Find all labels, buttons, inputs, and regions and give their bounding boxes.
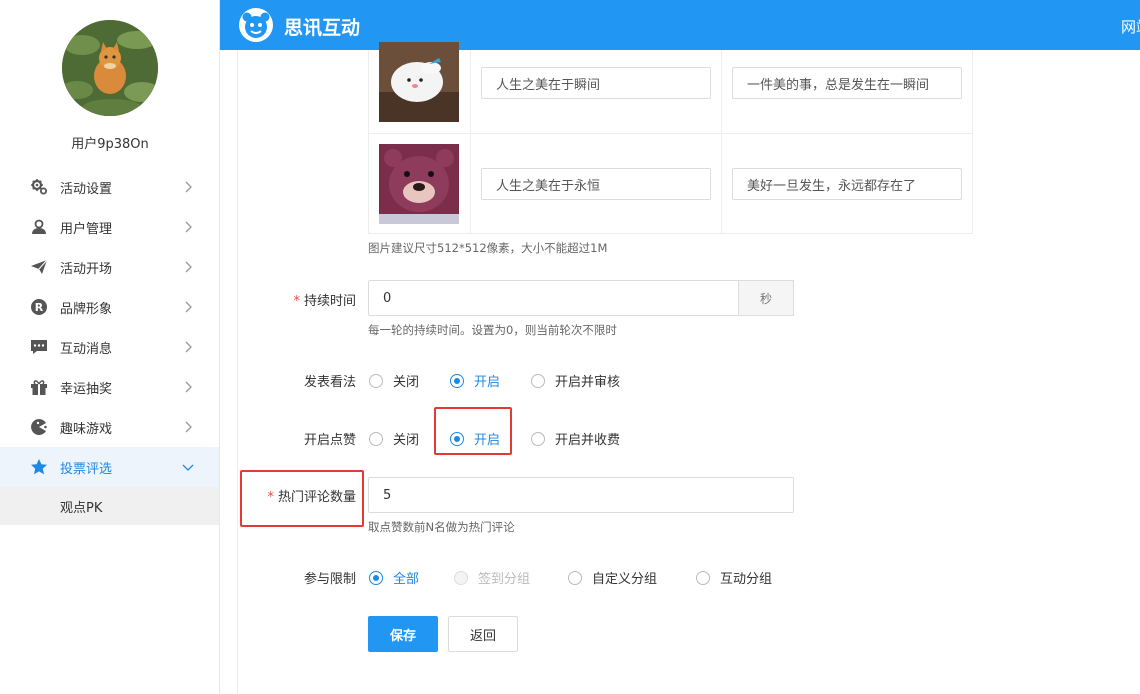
main-content: 人生之美在于瞬间 一件美的事，总是发生在一瞬间 人生之美在于永恒 美好一旦发生，… <box>237 42 1140 694</box>
radio-icon <box>568 570 582 585</box>
sidebar-item-label: 活动开场 <box>60 261 113 277</box>
sidebar-item-activity-opening[interactable]: 活动开场 <box>0 247 219 287</box>
sidebar-item-label: 投票评选 <box>60 461 113 477</box>
chevron-right-icon <box>185 221 192 233</box>
duration-input[interactable]: 0 <box>368 280 740 316</box>
hot-comments-label: * 热门评论数量 <box>267 490 356 505</box>
chevron-right-icon <box>185 341 192 353</box>
table-row: 人生之美在于永恒 美好一旦发生，永远都存在了 <box>369 134 972 234</box>
required-mark: * <box>267 490 274 505</box>
sidebar-item-label: 趣味游戏 <box>60 421 113 437</box>
brand-title: 思讯互动 <box>284 17 361 39</box>
options-table: 人生之美在于瞬间 一件美的事，总是发生在一瞬间 人生之美在于永恒 美好一旦发生，… <box>368 42 973 234</box>
sidebar-item-label: 用户管理 <box>60 221 113 237</box>
column-divider <box>470 50 471 133</box>
option-description-input[interactable]: 一件美的事，总是发生在一瞬间 <box>732 67 962 99</box>
participation-radio-all[interactable]: 全部 <box>369 568 419 587</box>
sidebar-item-interactive-messages[interactable]: 互动消息 <box>0 327 219 367</box>
pacman-icon <box>30 418 48 436</box>
option-description-input[interactable]: 美好一旦发生，永远都存在了 <box>732 168 962 200</box>
save-button[interactable]: 保存 <box>368 616 438 652</box>
post-opinion-label: 发表看法 <box>303 375 356 390</box>
option-title-input[interactable]: 人生之美在于永恒 <box>481 168 711 200</box>
image-size-hint: 图片建议尺寸512*512像素，大小不能超过1M <box>368 241 608 255</box>
radio-icon <box>531 431 545 446</box>
topbar-link[interactable]: 网站 <box>1121 16 1140 37</box>
user-card-icon <box>30 218 48 236</box>
enable-like-radio-off[interactable]: 关闭 <box>369 429 419 448</box>
bear-logo-icon <box>239 8 273 42</box>
sidebar-subitem-opinion-pk[interactable]: 观点PK <box>0 487 219 525</box>
paper-plane-icon <box>30 258 48 276</box>
post-opinion-radio-review[interactable]: 开启并审核 <box>531 371 620 390</box>
duration-unit: 秒 <box>738 280 794 316</box>
avatar[interactable] <box>62 20 158 116</box>
svg-text:R: R <box>35 301 44 314</box>
duration-hint: 每一轮的持续时间。设置为0，则当前轮次不限时 <box>368 323 617 337</box>
duration-label: * 持续时间 <box>293 294 356 309</box>
sidebar-item-user-management[interactable]: 用户管理 <box>0 207 219 247</box>
sidebar-item-lucky-draw[interactable]: 幸运抽奖 <box>0 367 219 407</box>
chevron-down-icon <box>182 464 194 471</box>
star-icon <box>30 458 48 476</box>
sidebar-item-fun-games[interactable]: 趣味游戏 <box>0 407 219 447</box>
post-opinion-radio-off[interactable]: 关闭 <box>369 371 419 390</box>
table-row: 人生之美在于瞬间 一件美的事，总是发生在一瞬间 <box>369 42 972 134</box>
participation-label: 参与限制 <box>303 572 356 587</box>
back-button[interactable]: 返回 <box>448 616 518 652</box>
participation-radio-checkin-group[interactable]: 签到分组 <box>454 568 530 587</box>
column-divider <box>470 134 471 233</box>
hot-comments-hint: 取点赞数前N名做为热门评论 <box>368 520 515 534</box>
radio-icon <box>696 570 710 585</box>
column-divider <box>721 134 722 233</box>
top-bar: 思讯互动 网站 <box>220 0 1140 50</box>
sidebar-item-label: 互动消息 <box>60 341 113 357</box>
sidebar-menu: 活动设置 用户管理 活动开场 R 品牌形象 互动消息 幸运抽奖 趣味游戏 投票评… <box>0 167 219 525</box>
sidebar: 用户9p38On 活动设置 用户管理 活动开场 R 品牌形象 互动消息 幸运抽奖… <box>0 0 220 694</box>
registered-icon: R <box>30 298 48 316</box>
enable-like-radio-paid[interactable]: 开启并收费 <box>531 429 620 448</box>
option-title-input[interactable]: 人生之美在于瞬间 <box>481 67 711 99</box>
enable-like-radio-on[interactable]: 开启 <box>450 429 500 448</box>
radio-icon <box>450 373 464 388</box>
chevron-right-icon <box>185 381 192 393</box>
post-opinion-radio-on[interactable]: 开启 <box>450 371 500 390</box>
radio-icon <box>454 570 468 585</box>
hot-comments-input[interactable]: 5 <box>368 477 794 513</box>
radio-icon <box>369 373 383 388</box>
option-image[interactable] <box>379 42 459 122</box>
sidebar-item-label: 幸运抽奖 <box>60 381 113 397</box>
chat-bubble-icon <box>30 338 48 356</box>
radio-icon <box>369 570 383 585</box>
chevron-right-icon <box>185 261 192 273</box>
radio-icon <box>450 431 464 446</box>
username: 用户9p38On <box>71 137 149 152</box>
gears-icon <box>30 178 48 196</box>
radio-icon <box>531 373 545 388</box>
sidebar-item-label: 活动设置 <box>60 181 113 197</box>
required-mark: * <box>293 294 300 309</box>
column-divider <box>721 50 722 133</box>
sidebar-item-brand-image[interactable]: R 品牌形象 <box>0 287 219 327</box>
sidebar-item-label: 品牌形象 <box>60 301 113 317</box>
gift-icon <box>30 378 48 396</box>
chevron-right-icon <box>185 301 192 313</box>
sidebar-item-voting[interactable]: 投票评选 <box>0 447 219 487</box>
chevron-right-icon <box>185 421 192 433</box>
sidebar-item-activity-settings[interactable]: 活动设置 <box>0 167 219 207</box>
radio-icon <box>369 431 383 446</box>
option-image[interactable] <box>379 144 459 224</box>
participation-radio-interactive-group[interactable]: 互动分组 <box>696 568 772 587</box>
participation-radio-custom-group[interactable]: 自定义分组 <box>568 568 657 587</box>
enable-like-label: 开启点赞 <box>303 433 356 448</box>
chevron-right-icon <box>185 181 192 193</box>
